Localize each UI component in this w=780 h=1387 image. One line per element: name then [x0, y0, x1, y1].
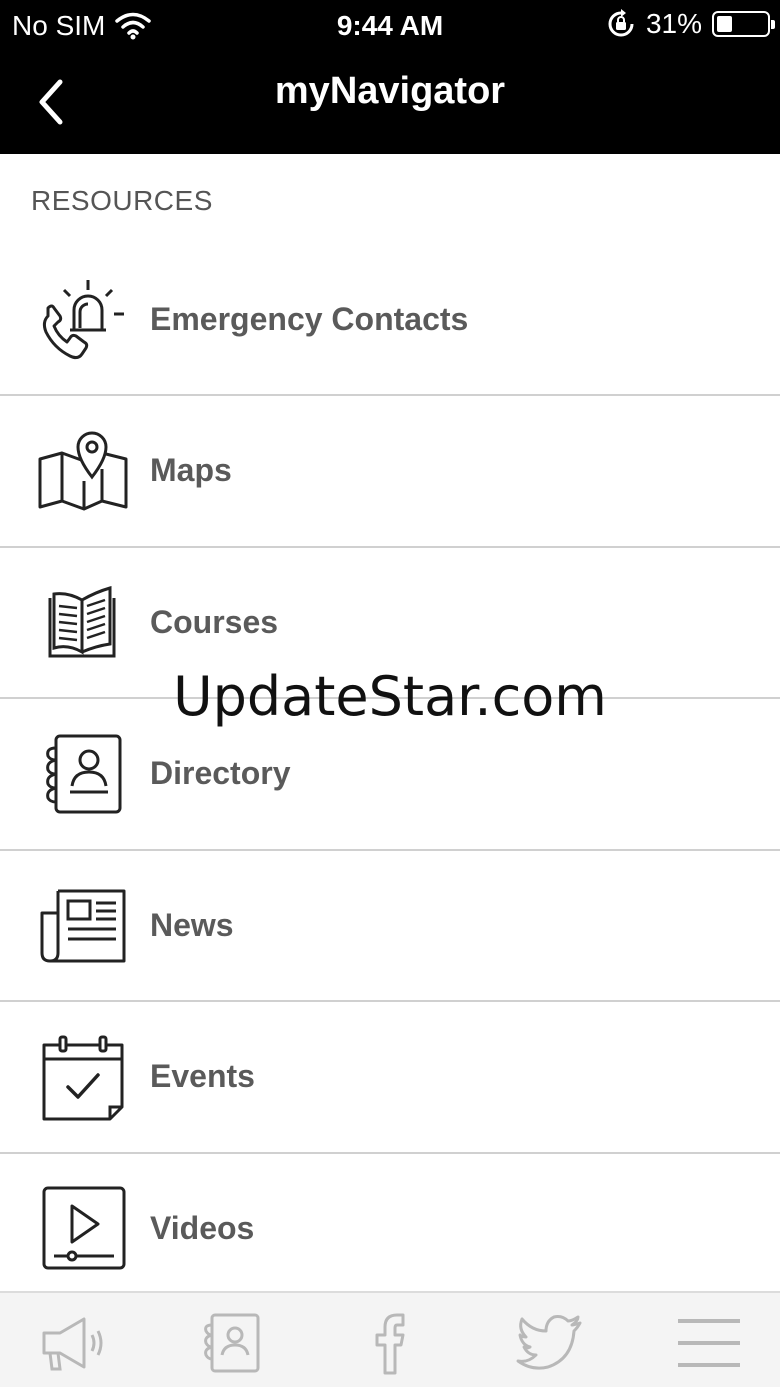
- resources-list: Emergency Contacts Maps Courses Director…: [0, 245, 780, 1305]
- list-item-events[interactable]: Events: [0, 1002, 780, 1154]
- list-item-news[interactable]: News: [0, 851, 780, 1002]
- list-item-label: News: [150, 906, 234, 943]
- megaphone-icon: [42, 1317, 103, 1371]
- list-item-label: Emergency Contacts: [150, 301, 469, 337]
- video-play-icon: [34, 1180, 130, 1276]
- orientation-lock-icon: [608, 9, 634, 37]
- tab-twitter[interactable]: [516, 1311, 586, 1375]
- tab-facebook[interactable]: [355, 1311, 425, 1375]
- list-item-label: Videos: [150, 1209, 255, 1246]
- tab-directory[interactable]: [196, 1311, 266, 1375]
- twitter-icon: [516, 1315, 582, 1370]
- status-bar: No SIM 9:44 AM 31%: [0, 0, 780, 52]
- book-icon: [34, 574, 130, 670]
- battery-icon: [712, 11, 775, 37]
- emergency-phone-icon: [34, 272, 130, 368]
- status-right: 31%: [606, 8, 775, 40]
- tab-bar: [0, 1291, 780, 1387]
- calendar-check-icon: [34, 1029, 130, 1125]
- tab-menu[interactable]: [674, 1311, 744, 1375]
- facebook-icon: [375, 1313, 405, 1375]
- section-header: RESOURCES: [31, 185, 213, 216]
- contact-book-icon: [34, 726, 130, 822]
- list-item-videos[interactable]: Videos: [0, 1154, 780, 1305]
- list-item-label: Courses: [150, 603, 279, 640]
- page-title: myNavigator: [274, 70, 506, 112]
- list-item-maps[interactable]: Maps: [0, 396, 780, 548]
- map-icon: [34, 423, 130, 519]
- menu-icon: [678, 1319, 740, 1367]
- battery-percent: 31%: [645, 8, 702, 39]
- tab-announcements[interactable]: [38, 1311, 108, 1375]
- newspaper-icon: [34, 877, 130, 973]
- list-item-label: Maps: [150, 452, 232, 489]
- list-item-directory[interactable]: Directory: [0, 699, 780, 851]
- contact-book-icon: [204, 1313, 260, 1373]
- list-item-emergency-contacts[interactable]: Emergency Contacts: [0, 245, 780, 396]
- list-item-label: Events: [150, 1058, 255, 1095]
- navigation-bar: myNavigator: [0, 52, 780, 154]
- list-item-label: Directory: [150, 755, 291, 792]
- list-item-courses[interactable]: Courses: [0, 548, 780, 699]
